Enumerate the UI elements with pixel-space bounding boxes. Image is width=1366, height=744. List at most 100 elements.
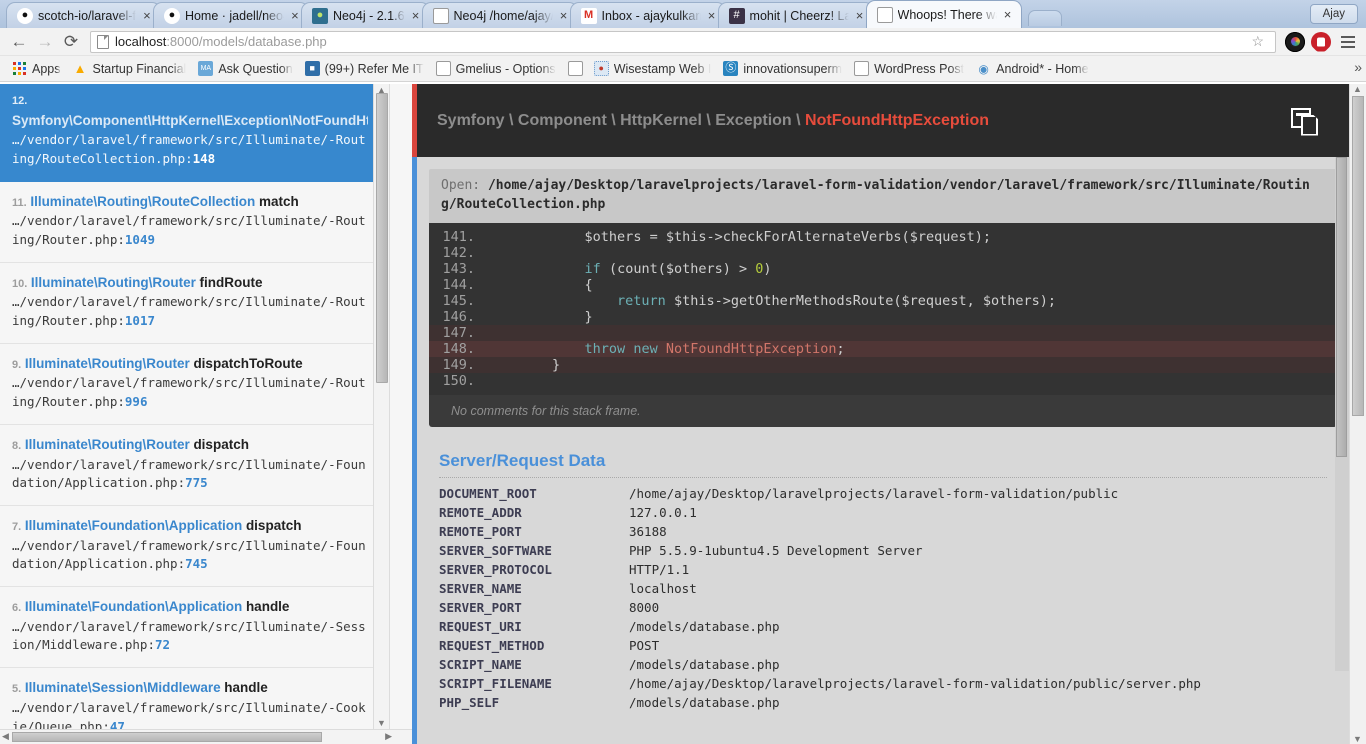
bookmark-apps[interactable]: Apps: [6, 59, 67, 78]
open-file-path: /home/ajay/Desktop/laravelprojects/larav…: [441, 178, 1310, 212]
stack-frame-path: …/vendor/laravel/framework/src/Illuminat…: [12, 375, 366, 410]
scrollbar-thumb[interactable]: [1336, 157, 1347, 457]
bookmark-innovationsupermarket[interactable]: Ⓢ innovationsuperm: [717, 59, 848, 78]
bookmark-label: (99+) Refer Me IT: [324, 61, 424, 76]
bookmark-wordpress-post[interactable]: WordPress Post: [848, 59, 970, 78]
stack-frame-number: 6.: [12, 602, 22, 615]
document-icon: [567, 61, 583, 76]
bookmarks-overflow-button[interactable]: »: [1354, 59, 1362, 75]
stack-frame-number: 12.: [12, 95, 28, 107]
bookmark-ask-question[interactable]: MA Ask Question: [192, 59, 298, 78]
stack-frame-9[interactable]: 9. Illuminate\Routing\Router dispatchToR…: [0, 343, 380, 425]
chrome-menu-button[interactable]: [1336, 30, 1360, 54]
browser-window: ● scotch-io/laravel-f × ● Home · jadell/…: [0, 0, 1366, 744]
tab-close-button[interactable]: ×: [1001, 8, 1015, 22]
server-data-value: /models/database.php: [629, 656, 780, 672]
stack-frame-line: 1049: [124, 231, 155, 247]
browser-tab-4[interactable]: M Inbox - ajaykulkarn ×: [569, 2, 726, 28]
scrollbar-thumb[interactable]: [1352, 96, 1364, 416]
scrollbar-thumb[interactable]: [376, 93, 388, 383]
tab-close-button[interactable]: ×: [557, 9, 571, 23]
server-data-value: /home/ajay/Desktop/laravelprojects/larav…: [629, 675, 1201, 691]
scroll-left-arrow-icon[interactable]: ◀: [2, 731, 9, 742]
scroll-down-arrow-icon[interactable]: ▼: [377, 718, 386, 728]
open-file-bar[interactable]: Open: /home/ajay/Desktop/laravelprojects…: [429, 169, 1337, 223]
bookmark-refer-me-it[interactable]: ■ (99+) Refer Me IT: [299, 59, 430, 78]
exception-detail-panel: Symfony \ Component \ HttpKernel \ Excep…: [412, 84, 1366, 744]
stack-frame-class: Illuminate\Routing\Router: [24, 355, 190, 371]
bookmark-label: Ask Question: [218, 61, 293, 76]
stack-frame-line: 745: [185, 556, 208, 572]
profile-button[interactable]: Ajay: [1309, 4, 1358, 24]
stack-frame-7[interactable]: 7. Illuminate\Foundation\Application dis…: [0, 506, 380, 588]
stack-frame-8[interactable]: 8. Illuminate\Routing\Router dispatch …/…: [0, 424, 380, 506]
server-data-key: REMOTE_PORT: [439, 523, 522, 539]
page-vertical-scrollbar[interactable]: ▲ ▼: [1349, 84, 1366, 744]
code-line: 142.: [429, 245, 1337, 261]
code-line-text: {: [487, 276, 593, 293]
browser-tab-2[interactable]: ● Neo4j - 2.1.6 ×: [300, 2, 430, 28]
address-bar[interactable]: localhost:8000/models/database.php ☆: [90, 30, 1276, 53]
server-request-data-section: Server/Request Data DOCUMENT_ROOT/home/a…: [429, 427, 1337, 712]
adblock-extension-icon[interactable]: [1311, 31, 1331, 52]
stack-frame-path: …/vendor/laravel/framework/src/Illuminat…: [12, 294, 366, 329]
bookmark-wisestamp[interactable]: ● Wisestamp Web I: [588, 59, 718, 78]
reload-button[interactable]: ⟳: [58, 30, 84, 54]
bookmark-star-icon[interactable]: ☆: [1246, 33, 1269, 50]
stack-frames-vertical-scrollbar[interactable]: ▲ ▼: [373, 84, 390, 729]
code-line: 149. }: [429, 356, 1337, 373]
bookmark-label: Wisestamp Web I: [613, 61, 712, 76]
new-tab-button[interactable]: [1027, 10, 1062, 26]
stack-frame-10[interactable]: 10. Illuminate\Routing\Router findRoute …: [0, 262, 380, 344]
code-panel-scrollbar[interactable]: [1335, 157, 1349, 671]
bookmark-startup-financial[interactable]: ▲ Startup Financial: [67, 59, 193, 78]
bookmark-android-home[interactable]: ◉ Android* - Home: [970, 59, 1094, 78]
back-button[interactable]: ←: [6, 30, 32, 54]
source-code-block: 141. $others = $this->checkForAlternateV…: [429, 222, 1337, 395]
bookmark-label: Android* - Home: [996, 61, 1089, 76]
scroll-right-arrow-icon[interactable]: ▶: [385, 731, 392, 742]
bookmark-label: innovationsuperm: [743, 61, 843, 76]
document-icon: [876, 6, 893, 23]
code-line-text: }: [487, 356, 561, 373]
stack-frame-function: dispatch: [193, 436, 249, 452]
server-data-key: REMOTE_ADDR: [439, 504, 522, 520]
stack-frames-horizontal-scrollbar[interactable]: ◀ ▶: [0, 729, 412, 744]
stack-frame-function: dispatch: [245, 518, 302, 533]
bookmarks-bar: Apps ▲ Startup Financial MA Ask Question…: [0, 56, 1366, 82]
browser-tab-3[interactable]: Neo4j /home/ajay/ ×: [421, 2, 578, 28]
hash-icon: #: [728, 7, 745, 24]
stack-frame-12[interactable]: 12. Symfony\Component\HttpKernel\Excepti…: [0, 84, 380, 182]
browser-tab-5[interactable]: # mohit | Cheerz! Lab ×: [717, 2, 874, 28]
forward-button[interactable]: →: [32, 30, 58, 54]
bookmark-gmelius-options[interactable]: Gmelius - Options: [430, 59, 562, 78]
no-comments-message: No comments for this stack frame.: [429, 394, 1337, 427]
browser-tab-6-active[interactable]: Whoops! There wa ×: [865, 0, 1022, 28]
camera-extension-icon[interactable]: [1285, 31, 1305, 52]
url-host: localhost: [115, 34, 167, 49]
wordpress-icon: Ⓢ: [723, 61, 739, 76]
scrollbar-thumb[interactable]: [12, 732, 322, 742]
stack-frame-class: Illuminate\Routing\Router: [24, 436, 190, 452]
tab-title: Home · jadell/neo4: [184, 8, 284, 23]
server-data-key: REQUEST_URI: [439, 618, 522, 634]
exception-title: Symfony \ Component \ HttpKernel \ Excep…: [437, 112, 1291, 130]
stack-frame-11[interactable]: 11. Illuminate\Routing\RouteCollection m…: [0, 181, 380, 263]
stack-frame-function: dispatchToRoute: [193, 355, 303, 371]
code-line-text: return $this->getOtherMethodsRoute($requ…: [617, 292, 1057, 309]
browser-tab-0[interactable]: ● scotch-io/laravel-f ×: [6, 2, 161, 28]
bookmark-untitled[interactable]: [562, 59, 588, 78]
scroll-up-arrow-icon[interactable]: ▲: [1353, 84, 1362, 94]
stack-frame-6[interactable]: 6. Illuminate\Foundation\Application han…: [0, 587, 380, 669]
tab-close-button[interactable]: ×: [705, 9, 719, 23]
scroll-down-arrow-icon[interactable]: ▼: [1353, 734, 1362, 744]
tab-close-button[interactable]: ×: [288, 9, 302, 23]
tab-close-button[interactable]: ×: [853, 9, 867, 23]
stack-frames-panel: 12. Symfony\Component\HttpKernel\Excepti…: [0, 84, 412, 744]
exception-name: NotFoundHttpException: [805, 111, 989, 129]
page-info-icon: [97, 34, 109, 49]
tab-close-button[interactable]: ×: [140, 9, 154, 23]
copy-to-clipboard-icon[interactable]: [1291, 104, 1325, 138]
tab-close-button[interactable]: ×: [409, 9, 423, 23]
browser-tab-1[interactable]: ● Home · jadell/neo4 ×: [152, 2, 309, 28]
